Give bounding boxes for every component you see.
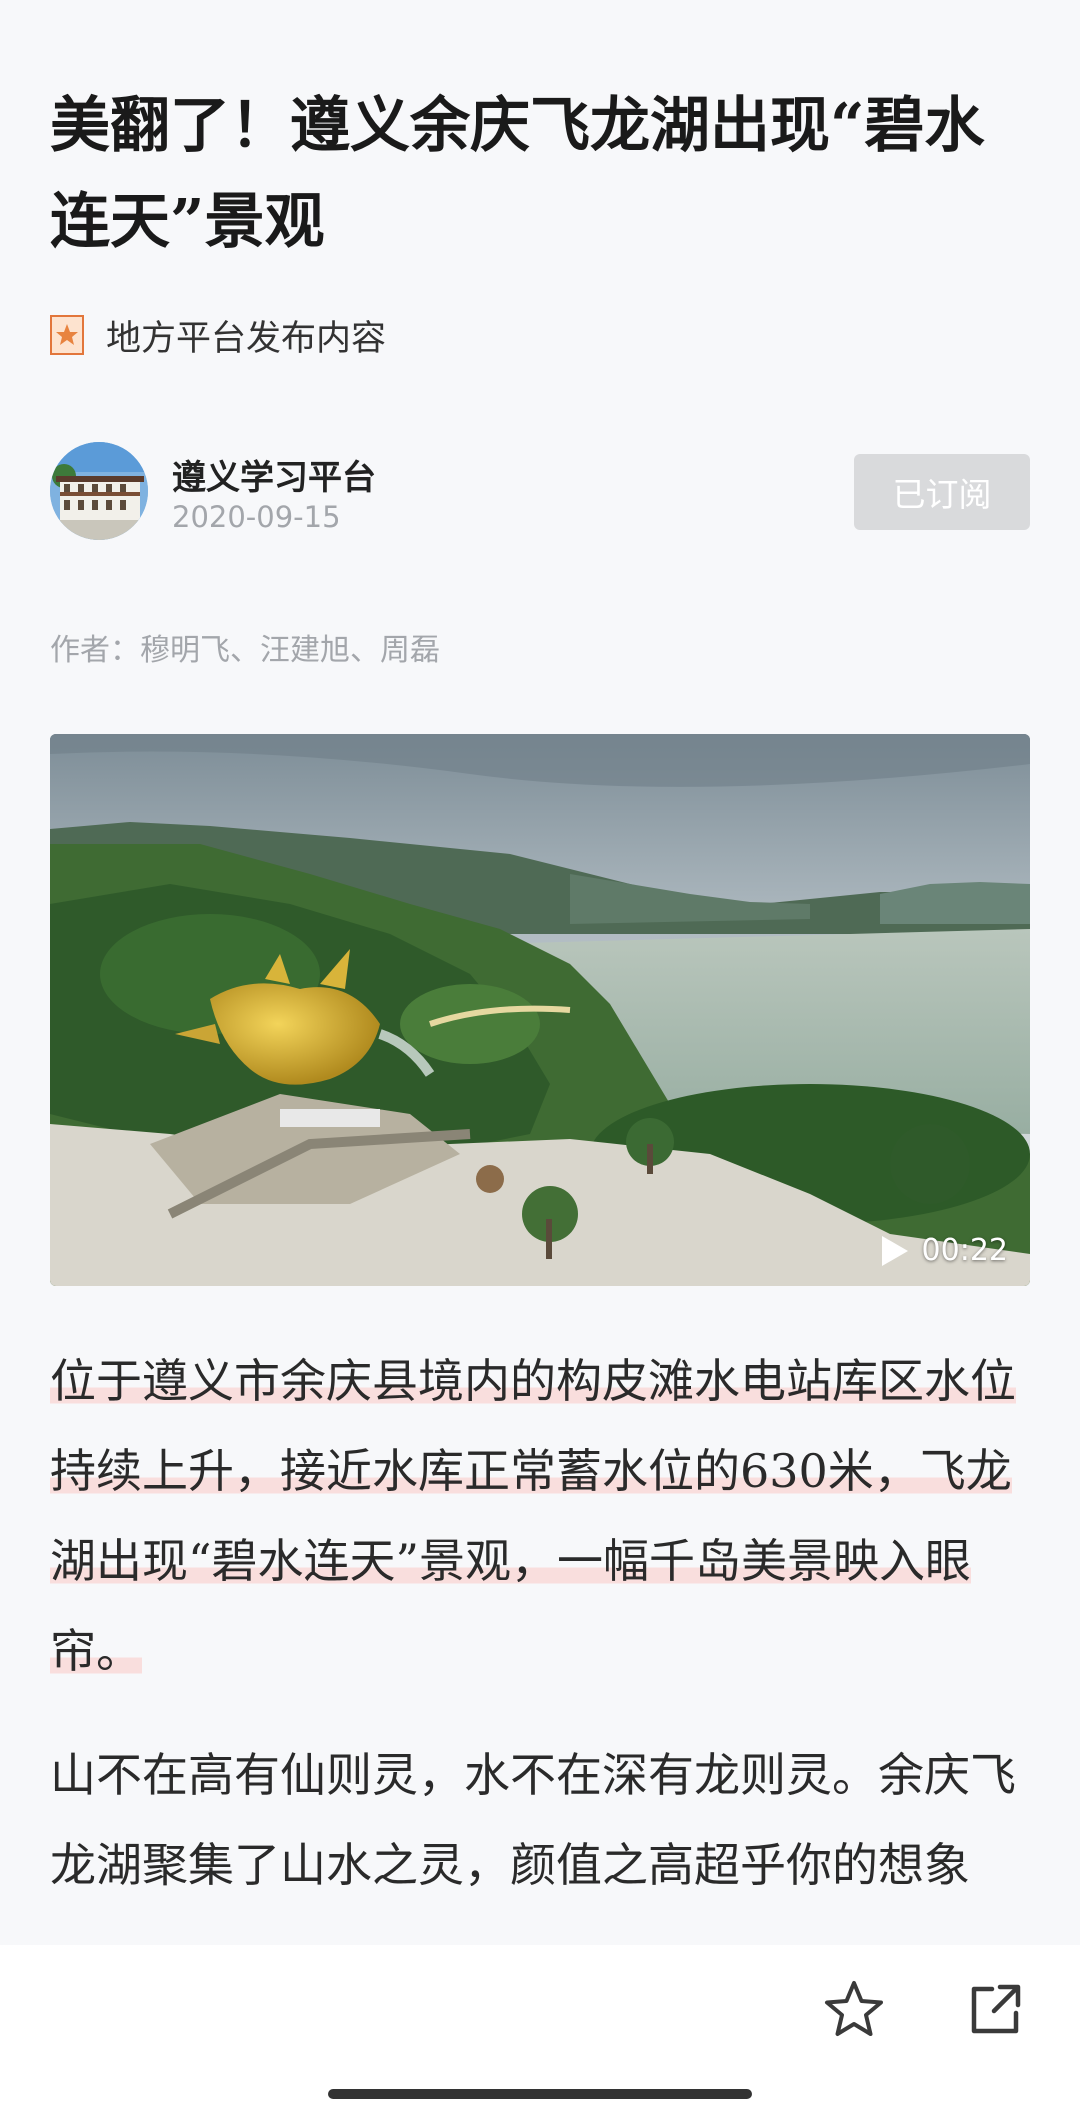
source-label: 地方平台发布内容 <box>106 318 387 359</box>
account-name[interactable]: 遵义学习平台 <box>172 450 376 499</box>
highlighted-paragraph-text: 位于遵义市余庆县境内的构皮滩水电站库区水位持续上升，接近水库正常蓄水位的630米… <box>50 1354 1016 1678</box>
article-page: 美翻了！遵义余庆飞龙湖出现“碧水连天”景观 地方平台发布内容 遵义学习平台 20… <box>0 40 1080 1945</box>
share-icon[interactable] <box>960 1973 1032 2045</box>
video-controls[interactable]: 00:22 <box>880 1233 1008 1268</box>
bottom-action-bar <box>0 1945 1080 2113</box>
video-duration: 00:22 <box>921 1233 1008 1268</box>
star-badge-icon <box>50 315 84 355</box>
home-indicator <box>328 2089 752 2099</box>
article-paragraph: 山不在高有仙则灵，水不在深有龙则灵。余庆飞龙湖聚集了山水之灵，颜值之高超乎你的想… <box>50 1748 1016 1892</box>
author-byline: 作者：穆明飞、汪建旭、周磊 <box>50 633 440 668</box>
article-paragraph: 位于遵义市余庆县境内的构皮滩水电站库区水位持续上升，接近水库正常蓄水位的630米… <box>50 1336 1030 1696</box>
star-outline-icon[interactable] <box>818 1973 890 2045</box>
account-avatar[interactable] <box>50 442 148 540</box>
subscribed-button[interactable]: 已订阅 <box>854 454 1030 530</box>
play-icon[interactable] <box>880 1234 910 1268</box>
status-bar <box>0 0 1080 40</box>
publish-date: 2020-09-15 <box>172 500 341 534</box>
video-thumbnail <box>50 734 1030 1286</box>
author-card: 遵义学习平台 2020-09-15 已订阅 <box>50 442 1030 542</box>
article-title: 美翻了！遵义余庆飞龙湖出现“碧水连天”景观 <box>50 91 985 257</box>
source-label-row: 地方平台发布内容 <box>50 310 386 360</box>
video-player[interactable]: 00:22 <box>50 734 1030 1286</box>
